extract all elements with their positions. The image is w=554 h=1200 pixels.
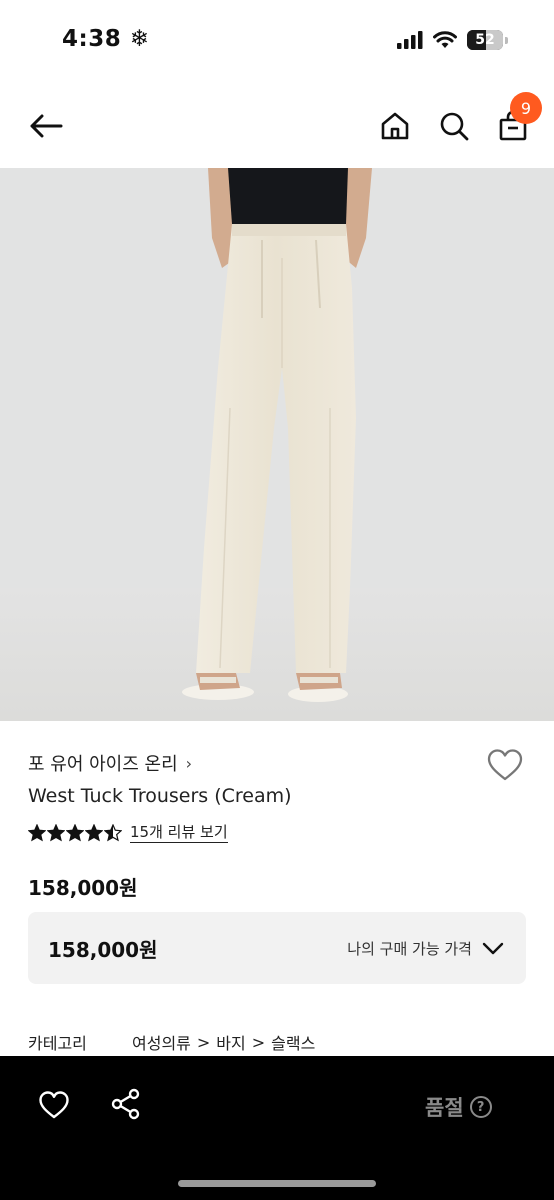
brand-name: 포 유어 아이즈 온리 — [28, 754, 178, 775]
rating-stars — [28, 823, 122, 842]
share-icon — [111, 1088, 140, 1120]
star-icon — [104, 823, 122, 841]
heart-icon — [487, 749, 523, 781]
soldout-label: 품절 — [425, 1096, 464, 1120]
star-icon — [47, 823, 65, 841]
search-icon — [440, 112, 469, 141]
product-price: 158,000원 — [28, 876, 138, 900]
chevron-down-icon — [482, 942, 504, 955]
status-time: 4:38 ❄ — [62, 26, 150, 52]
my-price-label: 나의 구매 가능 가격 — [347, 940, 472, 958]
star-icon — [66, 823, 84, 841]
soldout-indicator: 품절 ? — [425, 1092, 492, 1122]
share-button[interactable] — [110, 1088, 142, 1120]
brand-link[interactable]: 포 유어 아이즈 온리 › — [28, 750, 192, 776]
top-nav: 9 — [0, 80, 554, 168]
help-icon[interactable]: ? — [469, 1096, 492, 1118]
category-crumb-3[interactable]: 슬랙스 — [271, 1030, 315, 1054]
category-crumb-2[interactable]: 바지 — [216, 1030, 245, 1054]
favorite-button[interactable] — [486, 748, 524, 784]
home-indicator — [178, 1180, 376, 1187]
battery-level: 52 — [475, 32, 495, 48]
cart-count-badge: 9 — [510, 92, 542, 124]
snowflake-icon: ❄ — [129, 26, 150, 52]
cellular-signal-icon — [397, 31, 423, 49]
rating-row: 15개 리뷰 보기 — [28, 822, 228, 843]
home-button[interactable] — [378, 108, 412, 144]
chevron-right-icon: > — [196, 1032, 211, 1052]
status-bar: 4:38 ❄ 52 — [0, 0, 554, 80]
wifi-icon — [433, 31, 457, 48]
review-link[interactable]: 15개 리뷰 보기 — [130, 822, 228, 843]
search-button[interactable] — [437, 108, 471, 144]
product-title: West Tuck Trousers (Cream) — [28, 785, 292, 807]
product-image[interactable] — [0, 168, 554, 721]
chevron-right-icon: › — [185, 753, 193, 773]
arrow-left-icon — [30, 114, 63, 138]
battery-icon: 52 — [467, 30, 508, 50]
heart-icon — [39, 1091, 69, 1119]
star-icon — [28, 823, 46, 841]
bottom-action-bar: 품절 ? — [0, 1056, 554, 1200]
star-icon — [85, 823, 103, 841]
my-price-dropdown[interactable]: 158,000원 나의 구매 가능 가격 — [28, 912, 526, 984]
category-label: 카테고리 — [28, 1034, 87, 1053]
category-crumb-1[interactable]: 여성의류 — [132, 1030, 191, 1054]
category-row: 카테고리 여성의류 > 바지 > 슬랙스 — [28, 1030, 315, 1054]
home-icon — [381, 112, 409, 140]
bottom-favorite-button[interactable] — [38, 1090, 70, 1120]
back-button[interactable] — [26, 106, 66, 146]
status-icons: 52 — [397, 30, 508, 50]
chevron-right-icon: > — [251, 1032, 266, 1052]
my-price-value: 158,000원 — [48, 938, 158, 962]
product-photo-illustration — [0, 168, 554, 721]
